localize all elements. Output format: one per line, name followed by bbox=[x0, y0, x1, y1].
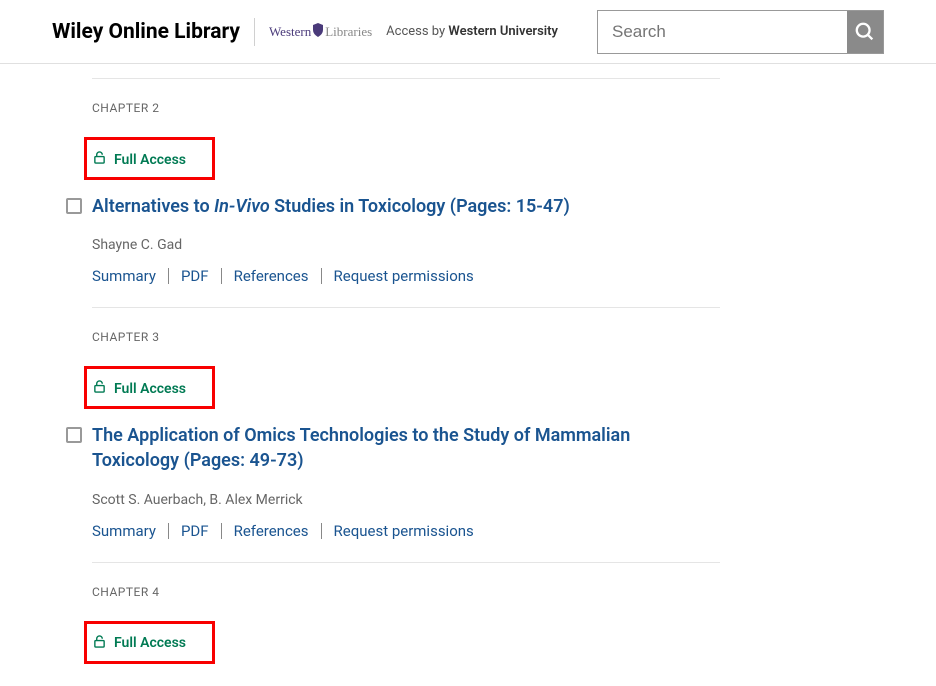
search-icon bbox=[854, 21, 876, 43]
wiley-logo[interactable]: Wiley Online Library bbox=[52, 20, 240, 44]
unlock-icon bbox=[93, 635, 106, 652]
full-access-badge: Full Access bbox=[93, 151, 186, 168]
chapter-number-label: CHAPTER 4 bbox=[92, 585, 720, 599]
references-link[interactable]: References bbox=[234, 267, 309, 285]
request-permissions-link[interactable]: Request permissions bbox=[334, 267, 474, 285]
chapter-authors: Scott S. Auerbach, B. Alex Merrick bbox=[92, 492, 720, 508]
highlight-annotation: Full Access bbox=[84, 137, 215, 180]
chapter-title-row: Alternatives to In-Vivo Studies in Toxic… bbox=[66, 194, 720, 219]
highlight-annotation: Full Access bbox=[84, 366, 215, 409]
full-access-badge: Full Access bbox=[93, 635, 186, 652]
search-button[interactable] bbox=[847, 11, 883, 53]
chapter-number-label: CHAPTER 3 bbox=[92, 330, 720, 344]
summary-link[interactable]: Summary bbox=[92, 522, 156, 540]
pdf-link[interactable]: PDF bbox=[181, 522, 209, 540]
pdf-link[interactable]: PDF bbox=[181, 267, 209, 285]
institution-logo[interactable]: Western Libraries bbox=[269, 23, 372, 41]
unlock-icon bbox=[93, 380, 106, 397]
summary-link[interactable]: Summary bbox=[92, 267, 156, 285]
chapter-title-link[interactable]: The Application of Omics Technologies to… bbox=[92, 423, 720, 473]
request-permissions-link[interactable]: Request permissions bbox=[334, 522, 474, 540]
chapter-actions: Summary PDF References Request permissio… bbox=[92, 522, 720, 540]
highlight-annotation: Full Access bbox=[84, 621, 215, 664]
vertical-divider bbox=[254, 18, 255, 46]
select-checkbox[interactable] bbox=[66, 427, 82, 443]
access-by-text: Access by Western University bbox=[386, 24, 558, 39]
references-link[interactable]: References bbox=[234, 522, 309, 540]
select-checkbox[interactable] bbox=[66, 198, 82, 214]
chapter-actions: Summary PDF References Request permissio… bbox=[92, 267, 720, 285]
chapter-authors: Shayne C. Gad bbox=[92, 237, 720, 253]
chapter-list: CHAPTER 2 Full Access Alternatives to In… bbox=[0, 64, 720, 686]
full-access-badge: Full Access bbox=[93, 380, 186, 397]
site-header: Wiley Online Library Western Libraries A… bbox=[0, 0, 936, 64]
chapter-item: CHAPTER 2 Full Access Alternatives to In… bbox=[92, 78, 720, 307]
shield-icon bbox=[312, 23, 324, 41]
search-box bbox=[597, 10, 884, 54]
chapter-number-label: CHAPTER 2 bbox=[92, 101, 720, 115]
chapter-item: CHAPTER 3 Full Access The Application of… bbox=[92, 307, 720, 561]
chapter-title-row: The Application of Omics Technologies to… bbox=[66, 423, 720, 473]
search-input[interactable] bbox=[598, 11, 847, 53]
unlock-icon bbox=[93, 151, 106, 168]
chapter-title-link[interactable]: Alternatives to In-Vivo Studies in Toxic… bbox=[92, 194, 570, 219]
